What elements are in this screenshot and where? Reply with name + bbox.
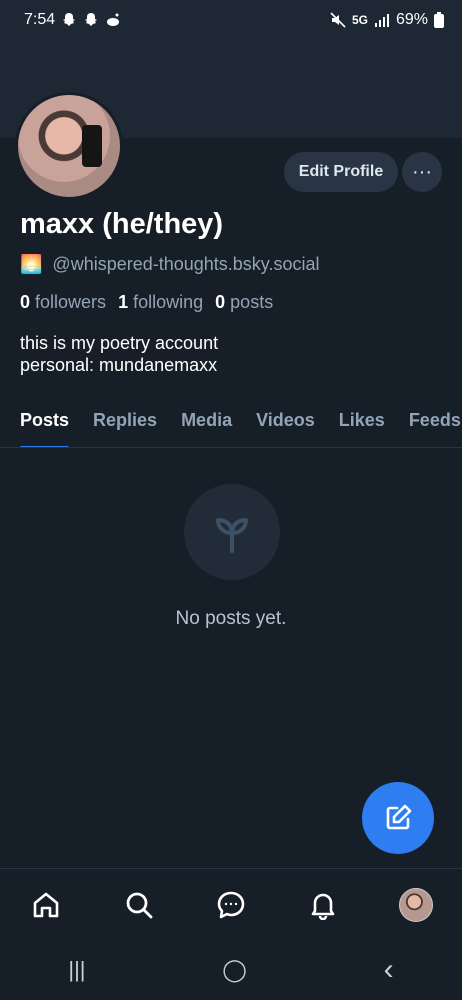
recents-button[interactable]: ||| xyxy=(68,957,85,983)
home-button[interactable]: ◯ xyxy=(222,957,247,983)
handle-row: 🌅 @whispered-thoughts.bsky.social xyxy=(20,254,320,275)
followers-label: followers xyxy=(35,292,107,312)
profile-bio: this is my poetry account personal: mund… xyxy=(20,332,218,376)
compose-icon xyxy=(386,804,412,830)
nav-notifications[interactable] xyxy=(299,881,347,929)
tab-media[interactable]: Media xyxy=(181,396,232,447)
mute-icon xyxy=(330,12,346,28)
search-icon xyxy=(126,892,152,919)
android-nav-bar: ||| ◯ ‹ xyxy=(0,940,462,1000)
nav-search[interactable] xyxy=(115,881,163,929)
status-bar: 7:54 5G 69% xyxy=(0,0,462,40)
sunrise-emoji-icon: 🌅 xyxy=(20,254,43,274)
tab-posts[interactable]: Posts xyxy=(20,396,70,447)
posts-stat: 0 posts xyxy=(215,292,273,313)
chat-icon xyxy=(217,891,245,919)
nav-profile[interactable] xyxy=(392,881,440,929)
nav-home[interactable] xyxy=(22,881,70,929)
tab-videos[interactable]: Videos xyxy=(256,396,315,447)
empty-state-icon-circle xyxy=(184,484,280,580)
followers-stat[interactable]: 0 followers xyxy=(20,292,106,313)
reddit-icon xyxy=(107,13,120,26)
profile-avatar[interactable] xyxy=(15,92,123,200)
sprout-icon xyxy=(216,518,248,553)
followers-count: 0 xyxy=(20,292,31,312)
tab-likes[interactable]: Likes xyxy=(339,396,385,447)
snapchat-icon xyxy=(63,13,76,26)
snapchat-icon xyxy=(85,13,98,26)
profile-avatar-small xyxy=(398,888,433,922)
bio-line: personal: mundanemaxx xyxy=(20,355,218,375)
following-count: 1 xyxy=(118,292,129,312)
tab-feeds[interactable]: Feeds xyxy=(409,396,461,447)
bottom-nav xyxy=(0,868,462,941)
status-time: 7:54 xyxy=(24,11,56,28)
handle: @whispered-thoughts.bsky.social xyxy=(52,254,320,274)
following-label: following xyxy=(133,292,204,312)
posts-count: 0 xyxy=(215,292,226,312)
more-options-button[interactable]: ··· xyxy=(402,152,442,192)
battery-percent: 69% xyxy=(395,11,428,28)
profile-stats: 0 followers 1 following 0 posts xyxy=(20,292,273,313)
tab-replies[interactable]: Replies xyxy=(93,396,157,447)
avatar-phone-detail xyxy=(82,125,102,167)
battery-icon xyxy=(434,12,444,28)
display-name: maxx (he/they) xyxy=(20,208,224,240)
ellipsis-icon: ··· xyxy=(412,160,432,183)
empty-state-text: No posts yet. xyxy=(175,608,287,629)
bio-line: this is my poetry account xyxy=(20,333,219,353)
signal-icon xyxy=(374,14,389,27)
following-stat[interactable]: 1 following xyxy=(118,292,203,313)
network-type: 5G xyxy=(351,13,368,27)
bell-icon xyxy=(312,893,335,920)
nav-chat[interactable] xyxy=(207,881,255,929)
profile-tabs: Posts Replies Media Videos Likes Feeds xyxy=(0,396,462,448)
posts-label: posts xyxy=(230,292,274,312)
compose-button[interactable] xyxy=(362,782,434,854)
back-button[interactable]: ‹ xyxy=(384,953,394,987)
edit-profile-button[interactable]: Edit Profile xyxy=(284,152,398,192)
home-icon xyxy=(33,892,59,918)
